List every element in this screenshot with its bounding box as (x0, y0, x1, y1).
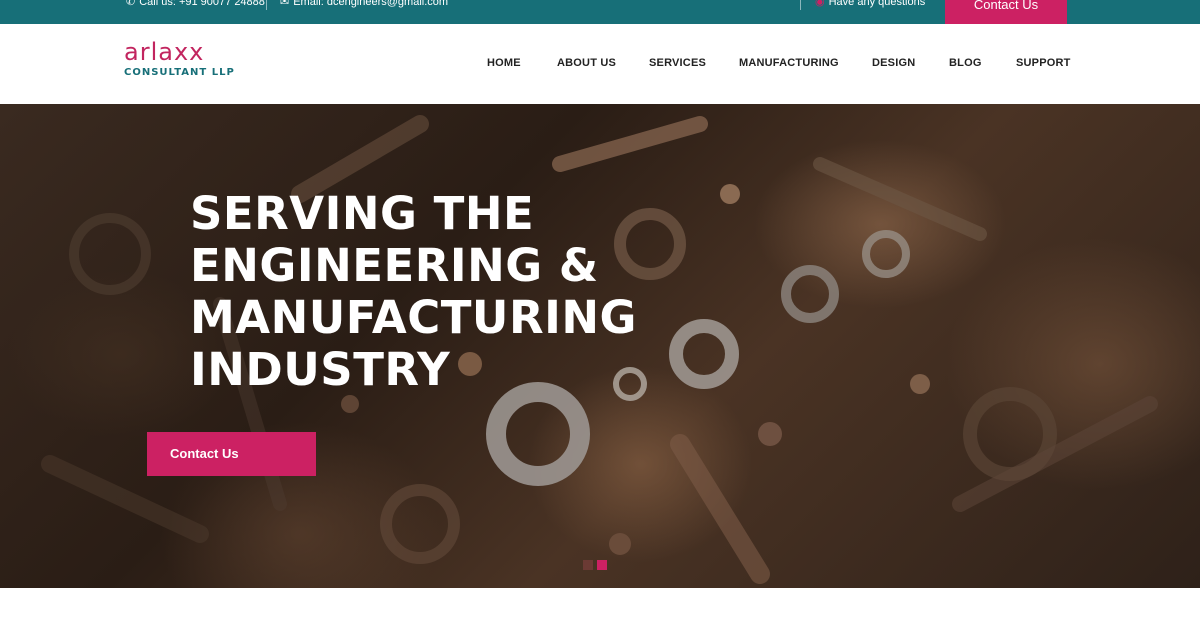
call-info[interactable]: ✆ Call us: +91 90077 24888 (126, 0, 265, 9)
hero-title-line: ENGINEERING & (190, 239, 599, 292)
nav-services[interactable]: SERVICES (649, 57, 706, 69)
nav-design[interactable]: DESIGN (872, 57, 915, 69)
hero-contact-button[interactable]: Contact Us (147, 432, 316, 476)
nav-manufacturing[interactable]: MANUFACTURING (739, 57, 839, 69)
hero-title-line: MANUFACTURING (190, 291, 637, 344)
divider (800, 0, 801, 10)
slide-dot-1[interactable] (583, 560, 593, 570)
main-nav: HOME ABOUT US SERVICES MANUFACTURING DES… (0, 57, 1200, 71)
hero-title-line: SERVING THE (190, 187, 535, 240)
nav-about-us[interactable]: ABOUT US (557, 57, 616, 69)
nav-blog[interactable]: BLOG (949, 57, 982, 69)
question-text: Have any questions (828, 0, 926, 8)
top-contact-button[interactable]: Contact Us (945, 0, 1067, 24)
content-area (0, 588, 1200, 627)
hero-title: SERVING THE ENGINEERING & MANUFACTURING … (190, 188, 710, 396)
slide-dot-2[interactable] (597, 560, 607, 570)
call-text: Call us: +91 90077 24888 (139, 0, 265, 8)
question-icon: ◉ (815, 0, 825, 8)
phone-icon: ✆ (126, 0, 136, 8)
question-info: ◉ Have any questions (815, 0, 925, 9)
hero-title-line: INDUSTRY (190, 343, 451, 396)
slider-dots (583, 560, 607, 570)
nav-support[interactable]: SUPPORT (1016, 57, 1071, 69)
top-info-bar: ✆ Call us: +91 90077 24888 ✉ Email: dcen… (0, 0, 1200, 24)
email-info[interactable]: ✉ Email: dcengineers@gmail.com (280, 0, 448, 9)
email-text: Email: dcengineers@gmail.com (293, 0, 449, 8)
hero-slider: SERVING THE ENGINEERING & MANUFACTURING … (0, 104, 1200, 588)
divider (266, 0, 267, 10)
nav-home[interactable]: HOME (487, 57, 521, 69)
mail-icon: ✉ (280, 0, 290, 8)
